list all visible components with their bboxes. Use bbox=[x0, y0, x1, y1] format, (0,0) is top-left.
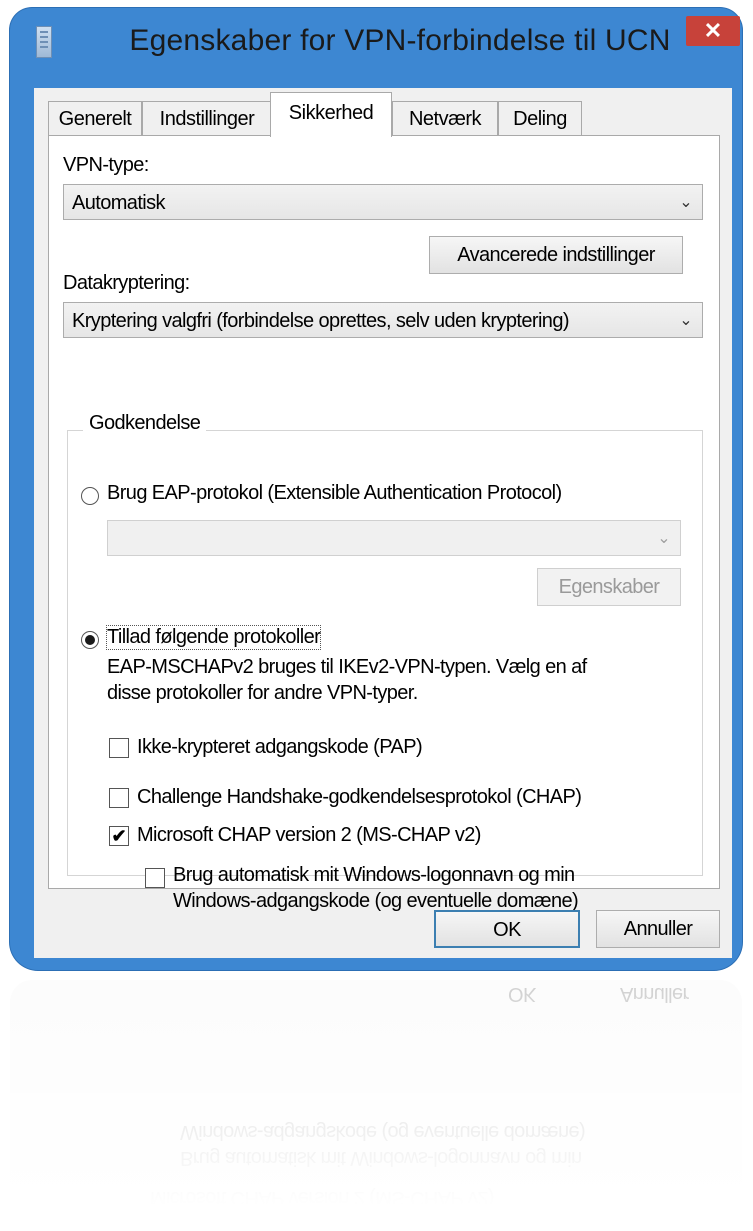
eap-select[interactable]: ⌄ bbox=[107, 520, 681, 556]
tab-indstillinger[interactable]: Indstillinger bbox=[142, 101, 272, 136]
auto-logon-checkbox[interactable] bbox=[145, 868, 165, 888]
auto-logon-label-line1[interactable]: Brug automatisk mit Windows-logonnavn og… bbox=[173, 864, 575, 887]
tab-netvaerk[interactable]: Netværk bbox=[392, 101, 498, 136]
mschap-label[interactable]: Microsoft CHAP version 2 (MS-CHAP v2) bbox=[137, 824, 481, 847]
vpn-type-label: VPN-type: bbox=[63, 154, 149, 176]
title-bar[interactable]: Egenskaber for VPN-forbindelse til UCN ✕ bbox=[10, 8, 742, 76]
encryption-label: Datakryptering: bbox=[63, 272, 190, 294]
close-button[interactable]: ✕ bbox=[686, 16, 740, 46]
network-connection-icon bbox=[36, 26, 52, 58]
allow-protocols-radio[interactable] bbox=[81, 631, 99, 649]
reflection-fade bbox=[0, 980, 753, 1231]
vpn-type-value: Automatisk bbox=[72, 192, 166, 214]
chap-label[interactable]: Challenge Handshake-godkendelsesprotokol… bbox=[137, 786, 582, 809]
dialog-window: Egenskaber for VPN-forbindelse til UCN ✕… bbox=[10, 8, 742, 970]
tab-sikkerhed[interactable]: Sikkerhed bbox=[270, 92, 392, 137]
protocol-note-line2: disse protokoller for andre VPN-typer. bbox=[107, 682, 418, 704]
pap-label[interactable]: Ikke-krypteret adgangskode (PAP) bbox=[137, 736, 423, 759]
security-tab-panel: VPN-type: Automatisk ⌄ Avancerede indsti… bbox=[48, 135, 720, 912]
cancel-button[interactable]: Annuller bbox=[596, 910, 720, 948]
advanced-settings-button[interactable]: Avancerede indstillinger bbox=[429, 236, 683, 274]
encryption-value: Kryptering valgfri (forbindelse oprettes… bbox=[72, 310, 570, 332]
ok-button[interactable]: OK bbox=[434, 910, 580, 948]
vpn-type-select[interactable]: Automatisk ⌄ bbox=[63, 184, 703, 220]
protocol-note-line1: EAP-MSCHAPv2 bruges til IKEv2-VPN-typen.… bbox=[107, 656, 587, 678]
tab-deling[interactable]: Deling bbox=[498, 101, 582, 136]
chevron-down-icon: ⌄ bbox=[679, 194, 692, 211]
mschap-checkbox[interactable]: ✔ bbox=[109, 826, 129, 846]
allow-protocols-label[interactable]: Tillad følgende protokoller bbox=[105, 625, 322, 650]
encryption-select[interactable]: Kryptering valgfri (forbindelse oprettes… bbox=[63, 302, 703, 338]
check-icon: ✔ bbox=[111, 826, 127, 846]
chevron-down-icon: ⌄ bbox=[679, 312, 692, 329]
chevron-down-icon: ⌄ bbox=[657, 530, 670, 547]
window-title: Egenskaber for VPN-forbindelse til UCN bbox=[129, 24, 671, 57]
eap-radio[interactable] bbox=[81, 487, 99, 505]
chap-checkbox[interactable] bbox=[109, 788, 129, 808]
pap-checkbox[interactable] bbox=[109, 738, 129, 758]
tab-generelt[interactable]: Generelt bbox=[48, 101, 142, 136]
properties-button[interactable]: Egenskaber bbox=[537, 568, 681, 606]
eap-radio-label[interactable]: Brug EAP-protokol (Extensible Authentica… bbox=[107, 482, 562, 505]
authentication-group-title: Godkendelse bbox=[83, 412, 207, 435]
dialog-client-area: Generelt Indstillinger Sikkerhed Netværk… bbox=[34, 88, 732, 958]
